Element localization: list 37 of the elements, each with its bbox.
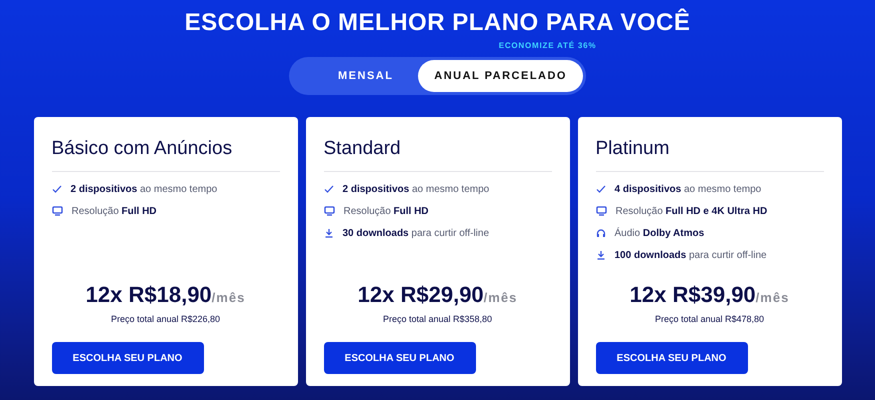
page-heading: ESCOLHA O MELHOR PLANO PARA VOCÊ xyxy=(184,8,690,38)
feature-text: 2 dispositivos ao mesmo tempo xyxy=(70,182,218,196)
billing-tab[interactable]: ANUAL PARCELADO xyxy=(418,60,583,92)
choose-plan-button[interactable]: ESCOLHA SEU PLANO xyxy=(324,342,476,374)
feature-text: Resolução Full HD xyxy=(72,204,157,218)
discount-note: ECONOMIZE ATÉ 36% xyxy=(498,40,596,52)
monitor-icon xyxy=(52,206,62,216)
choose-plan-button[interactable]: ESCOLHA SEU PLANO xyxy=(596,342,748,374)
annual-total: Preço total anual R$358,80 xyxy=(382,312,492,326)
plan-price: 12x R$29,90 xyxy=(358,280,484,308)
billing-tab[interactable]: MENSAL xyxy=(322,60,410,92)
download-icon xyxy=(596,250,606,260)
monitor-icon xyxy=(596,206,606,216)
plan-price: 12x R$18,90 xyxy=(86,280,212,308)
feature-text: Resolução Full HD e 4K Ultra HD xyxy=(616,204,768,218)
download-icon xyxy=(324,228,334,238)
feature-text: 30 downloads para curtir off-line xyxy=(342,226,490,240)
plan-price: 12x R$39,90 xyxy=(630,280,756,308)
annual-total: Preço total anual R$478,80 xyxy=(654,312,764,326)
feature-text: 4 dispositivos ao mesmo tempo xyxy=(614,182,762,196)
plan-name: Básico com Anúncios xyxy=(52,137,232,161)
plan-name: Platinum xyxy=(596,137,670,161)
price-period: /mês xyxy=(756,288,790,306)
feature-text: 2 dispositivos ao mesmo tempo xyxy=(342,182,490,196)
check-icon xyxy=(596,184,606,194)
plan-name: Standard xyxy=(324,137,401,161)
feature-text: 100 downloads para curtir off-line xyxy=(614,248,767,262)
price-period: /mês xyxy=(484,288,518,306)
annual-total: Preço total anual R$226,80 xyxy=(110,312,220,326)
feature-text: Resolução Full HD xyxy=(344,204,429,218)
monitor-icon xyxy=(324,206,334,216)
price-period: /mês xyxy=(212,288,246,306)
headphones-icon xyxy=(596,228,606,238)
choose-plan-button[interactable]: ESCOLHA SEU PLANO xyxy=(52,342,204,374)
check-icon xyxy=(324,184,334,194)
feature-text: Áudio Dolby Atmos xyxy=(614,226,704,240)
check-icon xyxy=(52,184,62,194)
